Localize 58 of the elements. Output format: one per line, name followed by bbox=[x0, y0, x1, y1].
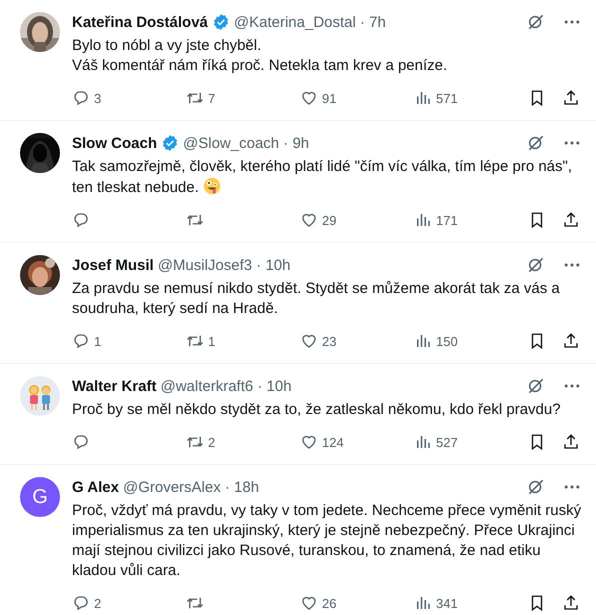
reply-icon bbox=[72, 89, 90, 107]
tweet-text: Bylo to nóbl a vy jste chyběl. Váš komentář nám říká proč. Netekla tam krev a peníze. bbox=[72, 36, 448, 76]
handle-and-time: @MusilJosef3 · 10h bbox=[158, 256, 290, 274]
views-button[interactable]: 171 bbox=[414, 211, 528, 229]
handle-and-time: @Slow_coach · 9h bbox=[183, 134, 310, 152]
author-name[interactable]: Kateřina Dostálová bbox=[72, 14, 208, 30]
reply-icon bbox=[72, 332, 90, 350]
views-button[interactable]: 571 bbox=[414, 89, 528, 107]
views-button[interactable]: 341 bbox=[414, 594, 528, 612]
views-icon bbox=[414, 211, 432, 229]
like-icon bbox=[300, 594, 318, 612]
share-icon[interactable] bbox=[562, 211, 580, 229]
share-icon[interactable] bbox=[562, 89, 580, 107]
views-icon bbox=[414, 433, 432, 451]
share-icon[interactable] bbox=[562, 332, 580, 350]
slashed-circle-icon[interactable] bbox=[526, 255, 546, 275]
tweet-text: Za pravdu se nemusí nikdo stydět. Stydět se můžeme akorát tak za vás a soudruha, který sedí na Hradě. bbox=[72, 279, 561, 319]
handle-and-time: @Katerina_Dostal · 7h bbox=[234, 14, 386, 30]
couple-avatar-drawing bbox=[20, 376, 60, 416]
like-button[interactable]: 26 bbox=[300, 594, 414, 612]
reply-icon bbox=[72, 211, 90, 229]
slashed-circle-icon[interactable] bbox=[526, 376, 546, 396]
views-button[interactable]: 527 bbox=[414, 433, 528, 451]
share-icon[interactable] bbox=[562, 433, 580, 451]
author-name[interactable]: G Alex bbox=[72, 478, 119, 496]
tweet-text: Proč, vždyť má pravdu, vy taky v tom jedete. Nechceme přece vyměnit ruský imperialismus za ten ukrajinský, který je stejně nebezpečný. Přece Ukrajinci mají stejnou civilizci jako Rusové, turanskou, to znamená, že nad etiku kladou vůli cara. bbox=[72, 501, 582, 581]
like-icon bbox=[300, 89, 318, 107]
reply-icon bbox=[72, 433, 90, 451]
repost-button[interactable]: 2 bbox=[186, 433, 300, 451]
like-icon bbox=[300, 433, 318, 451]
author-name[interactable]: Slow Coach bbox=[72, 134, 158, 152]
reply-button[interactable]: 1 bbox=[72, 332, 186, 350]
reply-button[interactable]: 2 bbox=[72, 594, 186, 612]
slashed-circle-icon[interactable] bbox=[526, 12, 546, 32]
handle-and-time: @walterkraft6 · 10h bbox=[160, 378, 292, 394]
author-name[interactable]: Walter Kraft bbox=[72, 378, 156, 394]
like-button[interactable]: 23 bbox=[300, 332, 414, 350]
handle-and-time: @GroversAlex · 18h bbox=[122, 478, 260, 496]
reply-button[interactable]: 3 bbox=[72, 89, 186, 107]
views-button[interactable]: 150 bbox=[414, 332, 528, 350]
repost-button[interactable]: 7 bbox=[186, 89, 300, 107]
avatar-letter[interactable]: G bbox=[20, 477, 60, 517]
like-button[interactable]: 29 bbox=[300, 211, 414, 229]
share-icon[interactable] bbox=[562, 594, 580, 612]
author-name[interactable]: Josef Musil bbox=[72, 256, 154, 274]
like-icon bbox=[300, 211, 318, 229]
reply-icon bbox=[72, 594, 90, 612]
like-button[interactable]: 91 bbox=[300, 89, 414, 107]
slashed-circle-icon[interactable] bbox=[526, 477, 546, 497]
like-button[interactable]: 124 bbox=[300, 433, 414, 451]
views-icon bbox=[414, 89, 432, 107]
views-icon bbox=[414, 594, 432, 612]
views-icon bbox=[414, 332, 432, 350]
repost-button[interactable]: 1 bbox=[186, 332, 300, 350]
tweet-text: Tak samozřejmě, člověk, kterého platí lidé "čím víc válka, tím lépe pro nás", ten tleskat nebude. bbox=[72, 157, 574, 198]
tweet-text: Proč by se měl někdo stydět za to, že zatleskal někomu, kdo řekl pravdu? bbox=[72, 400, 562, 420]
slashed-circle-icon[interactable] bbox=[526, 133, 546, 153]
like-icon bbox=[300, 332, 318, 350]
